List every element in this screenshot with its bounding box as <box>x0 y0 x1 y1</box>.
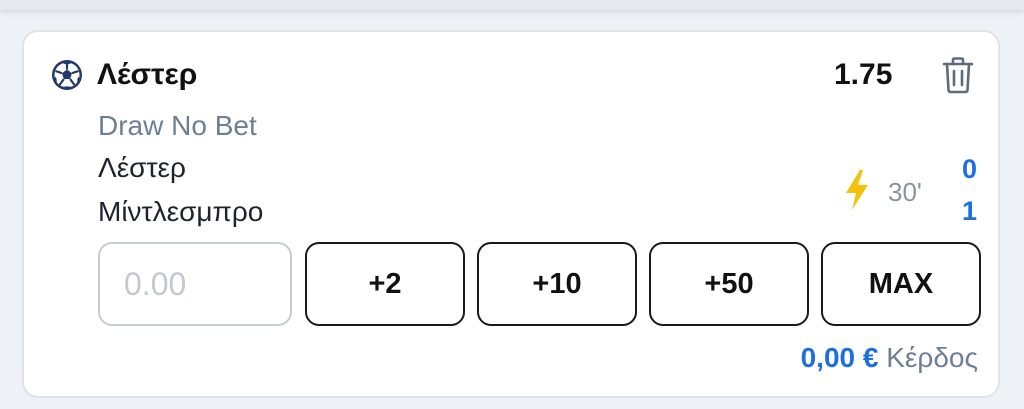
quick-stake-max-button[interactable]: MAX <box>821 242 981 326</box>
quick-stake-plus-10-button[interactable]: +10 <box>477 242 637 326</box>
home-score: 0 <box>962 154 978 184</box>
trash-icon[interactable] <box>940 55 976 95</box>
winnings-label: Κέρδος <box>886 342 978 373</box>
lightning-icon <box>842 169 872 211</box>
away-team-name: Μίντλεσμπρο <box>98 196 264 227</box>
potential-winnings: 0,00 € Κέρδος <box>801 342 978 374</box>
quick-stake-plus-50-button[interactable]: +50 <box>649 242 809 326</box>
header-shadow-strip <box>0 0 1024 10</box>
stake-input[interactable] <box>98 242 292 326</box>
selection-odds: 1.75 <box>834 58 893 91</box>
winnings-amount: 0,00 € <box>800 342 879 373</box>
quick-stake-plus-2-button[interactable]: +2 <box>305 242 465 326</box>
away-score: 1 <box>962 196 978 226</box>
market-name: Draw No Bet <box>98 110 257 141</box>
selection-name: Λέστερ <box>97 58 198 91</box>
bet-slip-selection-card: Λέστερ 1.75 Draw No Bet Λέστερ Μίντλεσμπ… <box>22 30 1000 398</box>
live-match-minute: 30' <box>888 177 922 207</box>
soccer-ball-icon <box>51 59 83 91</box>
home-team-name: Λέστερ <box>98 152 186 183</box>
